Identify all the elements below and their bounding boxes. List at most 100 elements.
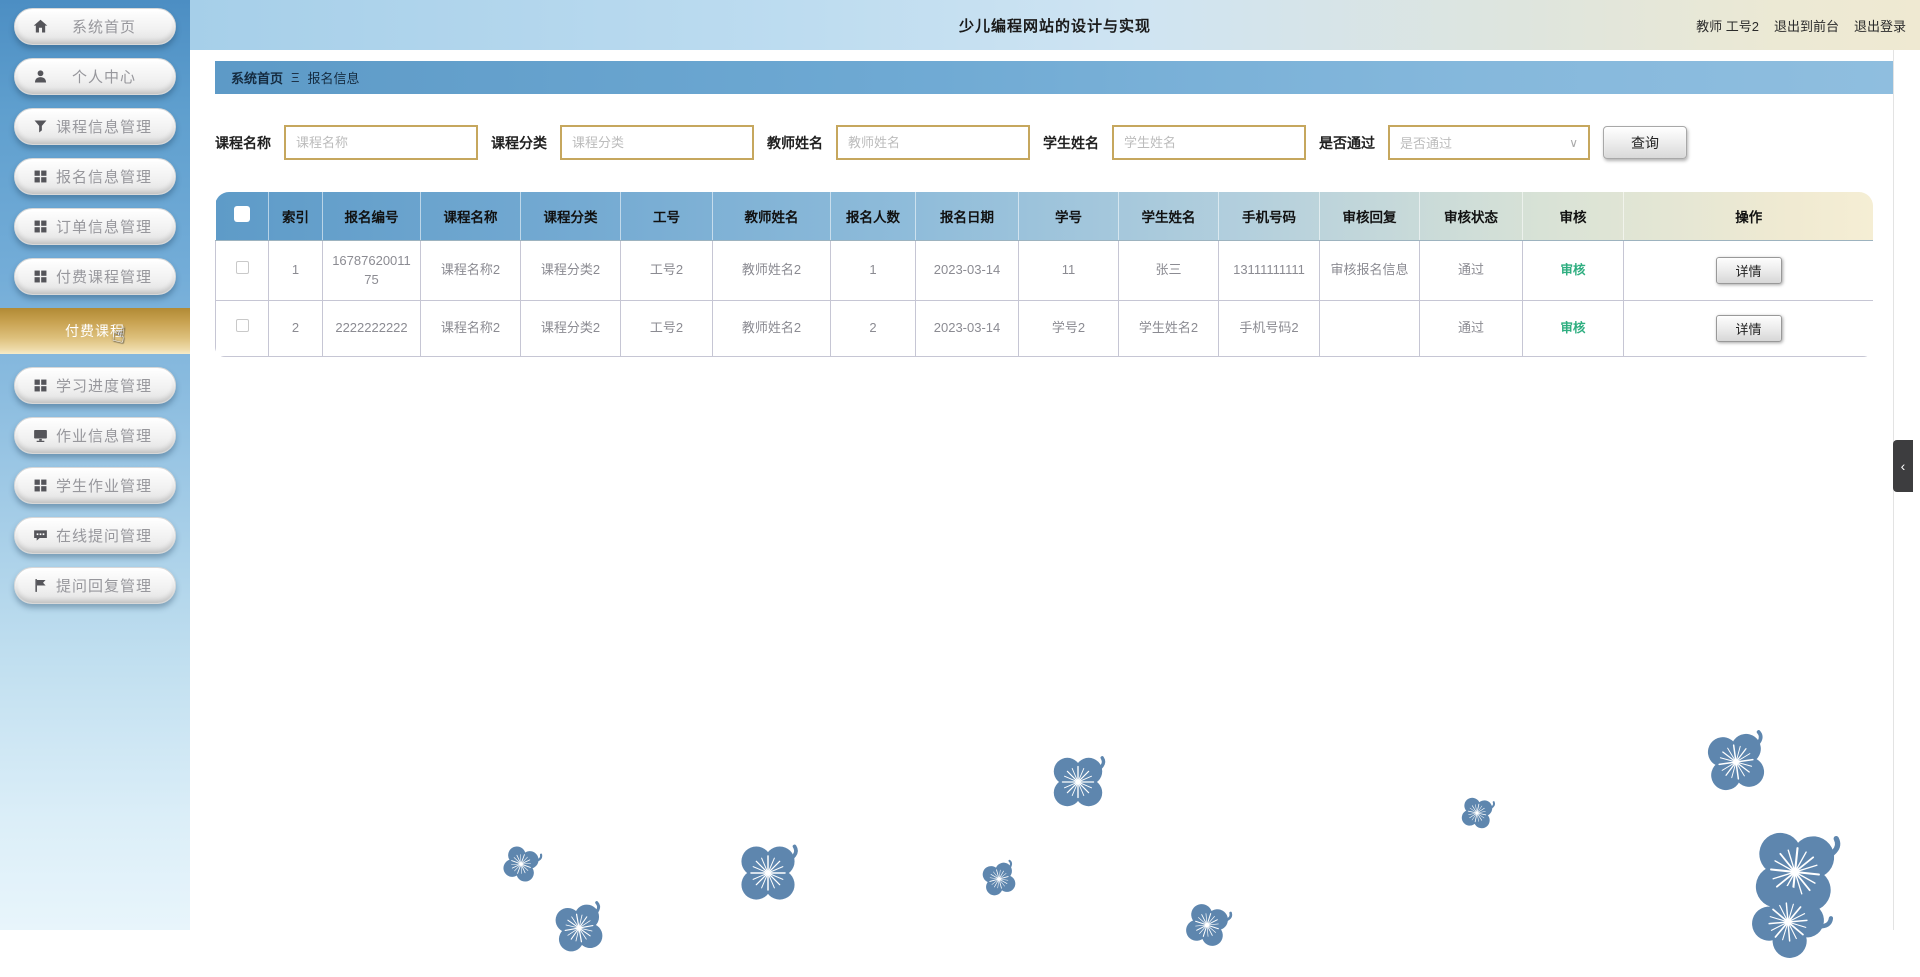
sidebar-item-paid-course-active[interactable]: 付费课程 ☝: [0, 308, 190, 354]
cell-phone: 手机号码2: [1219, 300, 1320, 356]
table-row: 2 2222222222 课程名称2 课程分类2 工号2 教师姓名2 2 202…: [216, 300, 1874, 356]
sidebar-item-label: 报名信息管理: [49, 166, 159, 187]
monitor-icon: [31, 427, 49, 445]
row-checkbox[interactable]: [236, 319, 249, 332]
detail-button[interactable]: 详情: [1716, 315, 1782, 342]
cell-teacher-name: 教师姓名2: [713, 300, 831, 356]
sidebar-item-label: 订单信息管理: [49, 216, 159, 237]
cell-audit: 审核: [1523, 240, 1624, 300]
search-button[interactable]: 查询: [1603, 126, 1687, 159]
sidebar-item-learning-progress[interactable]: 学习进度管理: [14, 367, 176, 404]
course-category-input[interactable]: [560, 125, 754, 160]
pass-status-placeholder: 是否通过: [1400, 133, 1452, 152]
filter-label-teacher-name: 教师姓名: [767, 133, 823, 153]
sidebar-item-label: 个人中心: [49, 66, 159, 87]
filter-label-student-name: 学生姓名: [1043, 133, 1099, 153]
sidebar-item-student-homework[interactable]: 学生作业管理: [14, 467, 176, 504]
cell-index: 2: [269, 300, 323, 356]
cell-audit-reply: [1320, 300, 1420, 356]
cell-course-name: 课程名称2: [421, 240, 521, 300]
user-label: 教师 工号2: [1696, 16, 1759, 35]
col-header-audit-status: 审核状态: [1420, 192, 1523, 240]
user-icon: [31, 68, 49, 86]
exit-front-link[interactable]: 退出到前台: [1774, 16, 1839, 35]
sidebar-item-course-info[interactable]: 课程信息管理: [14, 108, 176, 145]
cell-actions: 详情: [1624, 300, 1874, 356]
breadcrumb-separator-icon: Ξ: [291, 70, 299, 85]
hand-cursor-icon: ☝: [110, 321, 127, 349]
cell-job-no: 工号2: [621, 300, 713, 356]
pass-status-select[interactable]: 是否通过 ∨: [1388, 125, 1590, 160]
breadcrumb-current: 报名信息: [307, 68, 359, 87]
main-area: 少儿编程网站的设计与实现 教师 工号2 退出到前台 退出登录 系统首页 Ξ 报名…: [190, 0, 1920, 930]
sidebar-item-question-replies[interactable]: 提问回复管理: [14, 567, 176, 604]
sidebar-item-profile[interactable]: 个人中心: [14, 58, 176, 95]
sidebar-item-paid-course-mgmt[interactable]: 付费课程管理: [14, 258, 176, 295]
grid-icon: [31, 218, 49, 236]
audit-link[interactable]: 审核: [1560, 263, 1585, 277]
sidebar-item-label: 系统首页: [49, 16, 159, 37]
cell-course-category: 课程分类2: [521, 300, 621, 356]
col-header-job-no: 工号: [621, 192, 713, 240]
select-all-checkbox[interactable]: [234, 206, 250, 222]
chat-icon: [31, 527, 49, 545]
sidebar-item-orders[interactable]: 订单信息管理: [14, 208, 176, 245]
sidebar-item-online-questions[interactable]: 在线提问管理: [14, 517, 176, 554]
filter-label-pass-status: 是否通过: [1319, 133, 1375, 153]
collapse-panel-button[interactable]: ‹: [1893, 440, 1913, 492]
cell-enroll-count: 2: [831, 300, 916, 356]
sidebar-item-label: 付费课程管理: [49, 266, 159, 287]
sidebar-item-label: 课程信息管理: [49, 116, 159, 137]
home-icon: [31, 18, 49, 36]
filter-icon: [31, 118, 49, 136]
chevron-down-icon: ∨: [1569, 136, 1578, 150]
cell-teacher-name: 教师姓名2: [713, 240, 831, 300]
row-checkbox[interactable]: [236, 261, 249, 274]
filter-bar: 课程名称 课程分类 教师姓名 学生姓名 是否通过 是否通过 ∨ 查询: [215, 125, 1893, 160]
sidebar-item-home[interactable]: 系统首页: [14, 8, 176, 45]
cell-enroll-no: 1678762001175: [323, 240, 421, 300]
filter-label-course-category: 课程分类: [491, 133, 547, 153]
sidebar-item-enrollment[interactable]: 报名信息管理: [14, 158, 176, 195]
cell-student-no: 学号2: [1019, 300, 1119, 356]
col-header-course-category: 课程分类: [521, 192, 621, 240]
col-header-phone: 手机号码: [1219, 192, 1320, 240]
col-header-audit: 审核: [1523, 192, 1624, 240]
logout-link[interactable]: 退出登录: [1854, 16, 1906, 35]
table-row: 1 1678762001175 课程名称2 课程分类2 工号2 教师姓名2 1 …: [216, 240, 1874, 300]
cell-audit-status: 通过: [1420, 300, 1523, 356]
cell-enroll-no: 2222222222: [323, 300, 421, 356]
select-all-cell: [216, 192, 269, 240]
grid-icon: [31, 168, 49, 186]
col-header-enroll-date: 报名日期: [916, 192, 1019, 240]
col-header-index: 索引: [269, 192, 323, 240]
student-name-input[interactable]: [1112, 125, 1306, 160]
sidebar-menu: 系统首页 个人中心 课程信息管理 报名信息管理 订单信息管理 付费课程管理 付费…: [0, 0, 190, 604]
col-header-student-no: 学号: [1019, 192, 1119, 240]
col-header-enroll-count: 报名人数: [831, 192, 916, 240]
chevron-left-icon: ‹: [1901, 458, 1906, 474]
cell-enroll-date: 2023-03-14: [916, 300, 1019, 356]
audit-link[interactable]: 审核: [1560, 321, 1585, 335]
grid-icon: [31, 477, 49, 495]
grid-icon: [31, 377, 49, 395]
sidebar-item-label: 提问回复管理: [49, 575, 159, 596]
detail-button[interactable]: 详情: [1716, 257, 1782, 284]
filter-label-course-name: 课程名称: [215, 133, 271, 153]
row-select-cell: [216, 240, 269, 300]
cell-audit-status: 通过: [1420, 240, 1523, 300]
cell-job-no: 工号2: [621, 240, 713, 300]
sidebar: 系统首页 个人中心 课程信息管理 报名信息管理 订单信息管理 付费课程管理 付费…: [0, 0, 190, 930]
cell-course-name: 课程名称2: [421, 300, 521, 356]
breadcrumb-home[interactable]: 系统首页: [231, 68, 283, 87]
teacher-name-input[interactable]: [836, 125, 1030, 160]
enrollment-table: 索引 报名编号 课程名称 课程分类 工号 教师姓名 报名人数 报名日期 学号 学…: [215, 192, 1873, 357]
col-header-teacher-name: 教师姓名: [713, 192, 831, 240]
col-header-enroll-no: 报名编号: [323, 192, 421, 240]
cell-enroll-date: 2023-03-14: [916, 240, 1019, 300]
sidebar-item-homework-info[interactable]: 作业信息管理: [14, 417, 176, 454]
course-name-input[interactable]: [284, 125, 478, 160]
sidebar-item-label: 在线提问管理: [49, 525, 159, 546]
content-area: 系统首页 Ξ 报名信息 课程名称 课程分类 教师姓名 学生姓名 是否通过 是否通…: [190, 61, 1920, 357]
grid-icon: [31, 268, 49, 286]
